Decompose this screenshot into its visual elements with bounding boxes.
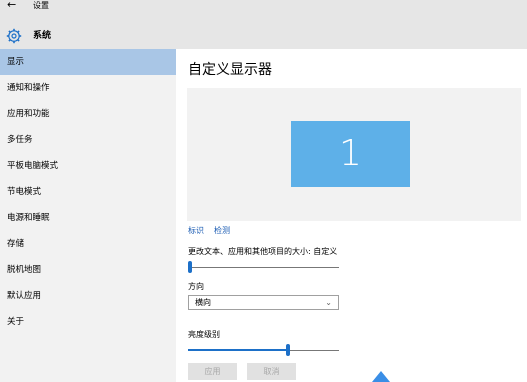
brightness-slider-thumb[interactable] (286, 344, 291, 356)
sidebar-item-default-apps[interactable]: 默认应用 (0, 283, 176, 309)
sidebar-item-battery-saver[interactable]: 节电模式 (0, 179, 176, 205)
sidebar-item-tablet-mode[interactable]: 平板电脑模式 (0, 153, 176, 179)
sidebar-item-notifications[interactable]: 通知和操作 (0, 75, 176, 101)
app-title: 设置 (33, 1, 49, 10)
sidebar-item-apps[interactable]: 应用和功能 (0, 101, 176, 127)
monitor-tile[interactable]: 1 (291, 121, 410, 187)
orientation-value: 横向 (195, 298, 211, 307)
chevron-down-icon: ⌄ (325, 298, 332, 307)
orientation-dropdown[interactable]: 横向 ⌄ (188, 295, 339, 310)
monitor-arrangement-area: 1 (187, 88, 521, 221)
brightness-label: 亮度级别 (188, 330, 220, 339)
sidebar-item-storage[interactable]: 存储 (0, 231, 176, 257)
detect-link[interactable]: 检测 (214, 225, 230, 237)
brightness-slider-fill (188, 349, 287, 351)
page-title: 自定义显示器 (188, 62, 272, 78)
cancel-button[interactable]: 取消 (247, 363, 296, 380)
sidebar: 显示 通知和操作 应用和功能 多任务 平板电脑模式 节电模式 电源和睡眠 存储 … (0, 49, 176, 382)
cursor-icon (372, 371, 390, 382)
section-title: 系统 (33, 31, 52, 41)
identify-link[interactable]: 标识 (188, 225, 204, 237)
apply-button[interactable]: 应用 (188, 363, 237, 380)
section-header: 系统 (0, 13, 527, 49)
back-arrow-icon[interactable]: ← (7, 0, 16, 11)
gear-icon (6, 28, 22, 44)
sidebar-item-multitasking[interactable]: 多任务 (0, 127, 176, 153)
sidebar-item-display[interactable]: 显示 (0, 49, 176, 75)
scale-slider-track[interactable] (188, 267, 339, 268)
scale-label: 更改文本、应用和其他项目的大小: 自定义 (188, 247, 338, 256)
orientation-label: 方向 (188, 282, 204, 291)
main-panel: 自定义显示器 1 标识 检测 更改文本、应用和其他项目的大小: 自定义 方向 横… (176, 49, 527, 382)
sidebar-item-power-sleep[interactable]: 电源和睡眠 (0, 205, 176, 231)
window-titlebar: ← 设置 (0, 0, 527, 13)
scale-slider-thumb[interactable] (188, 261, 192, 273)
sidebar-item-about[interactable]: 关于 (0, 309, 176, 335)
sidebar-item-offline-maps[interactable]: 脱机地图 (0, 257, 176, 283)
